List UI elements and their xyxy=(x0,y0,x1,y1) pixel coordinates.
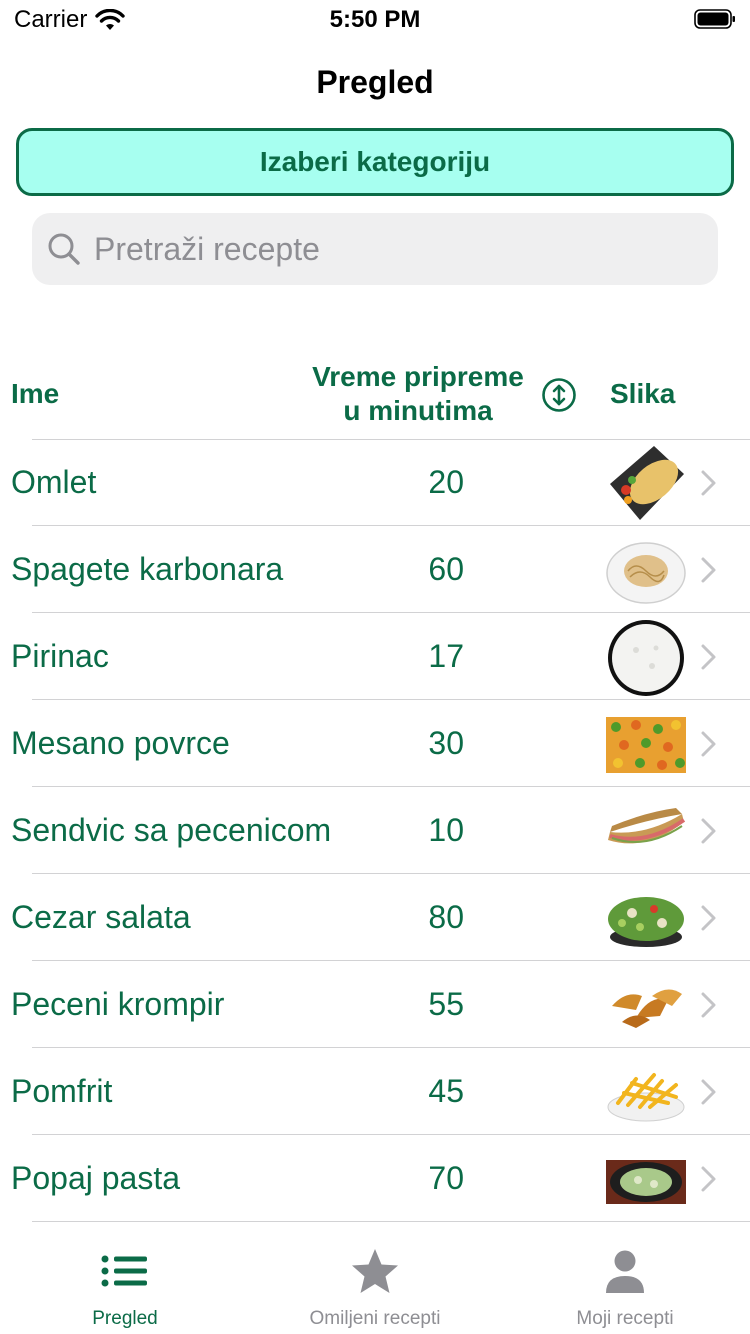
recipe-row[interactable]: Cezar salata 80 xyxy=(0,875,750,961)
tab-label: Pregled xyxy=(92,1308,158,1329)
tab-label: Omiljeni recepti xyxy=(309,1308,441,1329)
recipe-time: 30 xyxy=(428,725,464,761)
chevron-right-icon xyxy=(701,1166,716,1192)
recipe-time: 45 xyxy=(428,1073,464,1109)
page-title: Pregled xyxy=(316,64,434,100)
chevron-right-icon xyxy=(701,644,716,670)
recipe-time: 70 xyxy=(428,1160,464,1196)
recipe-name: Pirinac xyxy=(11,638,109,674)
recipe-name: Peceni krompir xyxy=(11,986,225,1022)
clock: 5:50 PM xyxy=(329,6,421,33)
sort-icon[interactable] xyxy=(541,377,577,413)
star-icon xyxy=(352,1249,398,1293)
recipe-name: Omlet xyxy=(11,464,97,500)
tab-my-recipes[interactable]: Moji recepti xyxy=(500,1234,750,1334)
recipe-name: Mesano povrce xyxy=(11,725,230,761)
tab-bar: Pregled Omiljeni recepti Moji recepti xyxy=(0,1234,750,1334)
recipe-time: 60 xyxy=(428,551,464,587)
search-bar[interactable] xyxy=(32,213,718,285)
recipe-time: 20 xyxy=(428,464,464,500)
chevron-right-icon xyxy=(701,557,716,583)
list-icon xyxy=(101,1255,147,1287)
rice-bowl-image xyxy=(608,620,684,696)
omelette-plate-image xyxy=(610,446,684,520)
recipe-time: 55 xyxy=(428,986,464,1022)
recipe-row[interactable]: Mesano povrce 30 xyxy=(0,701,750,787)
recipe-time: 80 xyxy=(428,899,464,935)
choose-category-button[interactable]: Izaberi kategoriju xyxy=(16,128,734,196)
recipe-row[interactable]: Peceni krompir 55 xyxy=(0,962,750,1048)
recipe-name: Spagete karbonara xyxy=(11,551,284,587)
recipe-row[interactable]: Popaj pasta 70 xyxy=(0,1136,750,1222)
status-bar: Carrier 5:50 PM xyxy=(0,0,750,40)
tab-label: Moji recepti xyxy=(576,1308,674,1329)
chevron-right-icon xyxy=(701,905,716,931)
sandwich-image xyxy=(608,808,686,844)
choose-category-label: Izaberi kategoriju xyxy=(259,146,491,177)
recipe-row[interactable]: Pirinac 17 xyxy=(0,614,750,700)
recipe-row[interactable]: Spagete karbonara 60 xyxy=(0,527,750,613)
recipe-row[interactable]: Sendvic sa pecenicom 10 xyxy=(0,788,750,874)
chevron-right-icon xyxy=(701,818,716,844)
search-input[interactable] xyxy=(92,229,676,269)
person-icon xyxy=(606,1250,644,1293)
recipe-time: 17 xyxy=(428,638,464,674)
recipe-name: Cezar salata xyxy=(11,899,191,935)
column-header-name: Ime xyxy=(11,378,60,409)
fries-plate-image xyxy=(607,1073,685,1122)
search-icon xyxy=(48,233,80,265)
recipe-row[interactable]: Omlet 20 xyxy=(0,440,750,526)
recipe-name: Popaj pasta xyxy=(11,1160,181,1196)
battery-icon xyxy=(694,9,735,29)
salad-bowl-image xyxy=(608,897,684,947)
spaghetti-plate-image xyxy=(606,542,686,604)
chevron-right-icon xyxy=(701,470,716,496)
column-header-time-line1: Vreme pripreme xyxy=(312,361,524,392)
tab-favorites[interactable]: Omiljeni recepti xyxy=(250,1234,500,1334)
chevron-right-icon xyxy=(701,992,716,1018)
column-header-image: Slika xyxy=(610,378,676,409)
column-header-time-line2: u minutima xyxy=(343,395,493,426)
spinach-pasta-image xyxy=(606,1160,686,1204)
chevron-right-icon xyxy=(701,1079,716,1105)
column-header-time: Vreme pripreme u minutima xyxy=(300,360,536,428)
recipe-row[interactable]: Pomfrit 45 xyxy=(0,1049,750,1135)
mixed-vegetables-image xyxy=(606,717,686,773)
potato-wedges-image xyxy=(612,989,682,1028)
recipe-name: Pomfrit xyxy=(11,1073,113,1109)
recipe-time: 10 xyxy=(428,812,464,848)
tab-overview[interactable]: Pregled xyxy=(0,1234,250,1334)
recipe-name: Sendvic sa pecenicom xyxy=(11,812,332,848)
chevron-right-icon xyxy=(701,731,716,757)
